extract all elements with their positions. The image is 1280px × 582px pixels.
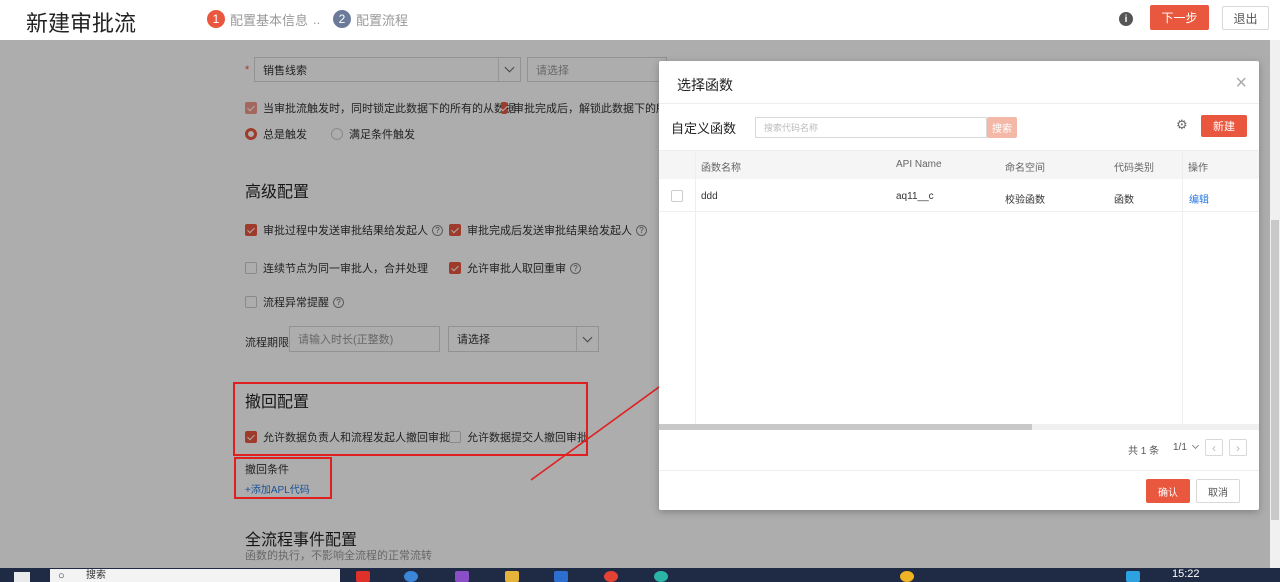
info-icon[interactable]: i xyxy=(1119,12,1133,26)
os-taskbar: ○ 搜索 15:22 xyxy=(0,568,1280,582)
function-category: 函数 xyxy=(1114,195,1134,206)
new-function-button[interactable]: 新建 xyxy=(1201,115,1247,137)
page-scrollbar[interactable] xyxy=(1270,40,1280,568)
chrome-icon[interactable] xyxy=(604,571,618,582)
modal-title: 选择函数 xyxy=(677,77,733,93)
step-basic-info: 1 配置基本信息 xyxy=(207,10,308,28)
folder-icon[interactable] xyxy=(505,571,519,582)
browser-icon[interactable] xyxy=(404,571,418,582)
step-label: 配置流程 xyxy=(356,12,409,28)
scrollbar-thumb[interactable] xyxy=(659,424,1032,430)
page-header: 新建审批流 1 配置基本信息 .. 2 配置流程 i 下一步 退出 xyxy=(0,0,1280,40)
app-icon[interactable] xyxy=(900,571,914,582)
settings-icon[interactable]: ⚙ xyxy=(1176,118,1190,132)
row-checkbox[interactable] xyxy=(671,190,683,202)
app-icon[interactable] xyxy=(554,571,568,582)
step-config-flow: 2 配置流程 xyxy=(333,10,408,28)
column-header: 操作 xyxy=(1188,163,1208,174)
taskbar-search[interactable]: ○ 搜索 xyxy=(50,569,340,582)
confirm-button[interactable]: 确认 xyxy=(1146,479,1190,503)
chevron-down-icon xyxy=(1191,441,1199,450)
scrollbar-thumb[interactable] xyxy=(1271,220,1279,520)
windows-start-icon[interactable] xyxy=(14,572,30,582)
close-icon[interactable]: × xyxy=(1235,73,1247,93)
page-title: 新建审批流 xyxy=(26,11,137,36)
app-icon[interactable] xyxy=(356,571,370,582)
tray-icon[interactable] xyxy=(1126,571,1140,582)
table-row[interactable] xyxy=(659,180,1259,212)
search-button[interactable]: 搜索 xyxy=(987,117,1017,138)
exit-button[interactable]: 退出 xyxy=(1222,6,1269,30)
column-header: 代码类别 xyxy=(1114,163,1154,174)
step-label: 配置基本信息 xyxy=(230,12,309,28)
edit-link[interactable]: 编辑 xyxy=(1189,191,1209,206)
horizontal-scrollbar[interactable] xyxy=(659,424,1259,430)
app-icon[interactable] xyxy=(654,571,668,582)
search-input[interactable]: 搜索代码名称 xyxy=(755,117,987,138)
custom-function-label: 自定义函数 xyxy=(671,121,737,136)
function-name: ddd xyxy=(701,191,718,202)
function-namespace: 校验函数 xyxy=(1005,195,1045,206)
page-number: 1/1 xyxy=(1173,442,1187,453)
column-header: 命名空间 xyxy=(1005,163,1045,174)
table-header xyxy=(659,150,1259,179)
total-count: 共 1 条 xyxy=(1128,446,1160,457)
divider xyxy=(659,470,1259,471)
column-header: API Name xyxy=(896,159,942,170)
app-icon[interactable] xyxy=(455,571,469,582)
cancel-button[interactable]: 取消 xyxy=(1196,479,1240,503)
function-api-name: aq11__c xyxy=(896,191,934,202)
step-number: 2 xyxy=(333,10,351,28)
select-function-modal: 选择函数 × 自定义函数 搜索代码名称 搜索 ⚙ 新建 函数名称 API Nam… xyxy=(659,61,1259,510)
column-header: 函数名称 xyxy=(701,163,741,174)
search-icon: ○ xyxy=(58,570,65,582)
clock: 15:22 xyxy=(1172,568,1200,580)
next-step-button[interactable]: 下一步 xyxy=(1150,5,1209,30)
page-indicator[interactable]: 1/1 xyxy=(1173,441,1199,453)
step-number: 1 xyxy=(207,10,225,28)
step-separator: .. xyxy=(313,11,321,27)
prev-page-button[interactable]: ‹ xyxy=(1205,439,1223,456)
annotation-box-condition xyxy=(234,457,332,499)
next-page-button[interactable]: › xyxy=(1229,439,1247,456)
divider xyxy=(659,103,1259,104)
taskbar-search-text: 搜索 xyxy=(86,570,106,581)
